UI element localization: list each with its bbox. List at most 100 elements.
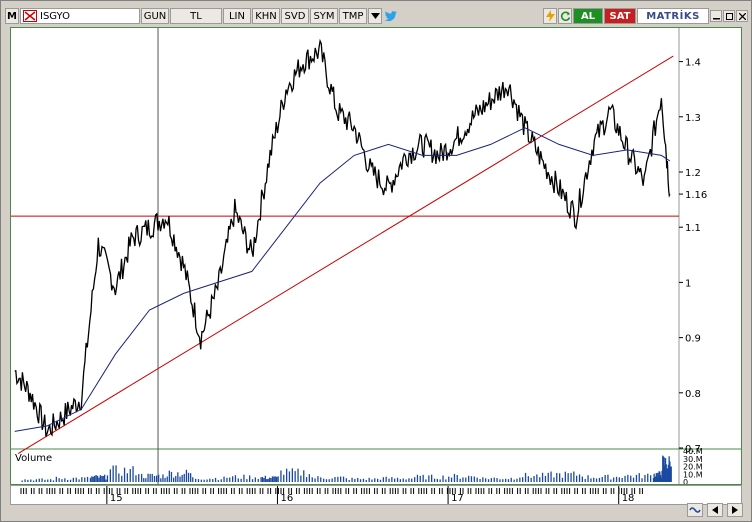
volume-bar <box>414 477 416 482</box>
volume-bar <box>89 477 92 482</box>
price-tick-label: 1.2 <box>685 168 701 179</box>
volume-bar <box>277 476 279 482</box>
volume-bar <box>621 478 623 482</box>
maximize-icon[interactable] <box>723 10 735 22</box>
volume-bar <box>573 471 575 482</box>
volume-bar <box>627 474 629 482</box>
bottom-toolbar <box>683 503 743 517</box>
price-chart[interactable]: 1.4 1.3 1.2 1.16 1.1 1 0.9 0.8 0.7 Volume 40.M 30.M… <box>10 27 742 485</box>
price-tick-label: 1.1 <box>685 223 701 234</box>
symbol-field[interactable]: ISGYO <box>20 8 140 24</box>
volume-bar <box>286 468 288 482</box>
period-button[interactable]: GUN <box>141 8 169 24</box>
volume-bar <box>541 472 544 482</box>
volume-bar <box>308 474 310 482</box>
volume-bar <box>102 476 104 482</box>
volume-bar <box>115 465 117 482</box>
volume-bar <box>297 468 299 482</box>
twitter-icon[interactable] <box>383 8 397 24</box>
volume-bar <box>496 478 498 482</box>
currency-button[interactable]: TL <box>170 8 222 24</box>
volume-bar <box>584 479 586 482</box>
volume-bar <box>527 476 529 482</box>
volume-bar <box>104 474 106 482</box>
price-tick-label: 1.16 <box>685 190 707 201</box>
volume-bar <box>647 473 649 482</box>
close-icon[interactable] <box>736 10 748 22</box>
volume-bar <box>101 475 103 482</box>
scroll-right-icon[interactable] <box>727 503 743 517</box>
khn-button[interactable]: KHN <box>252 8 280 24</box>
volume-bar <box>331 478 333 482</box>
volume-bar <box>513 479 515 482</box>
volume-bar <box>431 474 433 482</box>
volume-bar <box>86 476 89 482</box>
volume-bar <box>291 468 293 482</box>
refresh-icon[interactable] <box>558 8 572 24</box>
menu-button[interactable]: M <box>5 8 19 24</box>
volume-bar <box>377 478 379 482</box>
volume-bar <box>624 475 626 482</box>
dropdown-icon[interactable] <box>368 8 382 24</box>
price-tick-label: 0.8 <box>685 389 701 400</box>
volume-bar <box>234 475 237 482</box>
volume-bar <box>105 479 107 482</box>
volume-bar <box>141 473 143 482</box>
volume-bar <box>450 477 453 482</box>
volume-bar <box>147 473 149 482</box>
volume-bar <box>550 471 552 482</box>
volume-bar <box>78 479 80 482</box>
buy-button[interactable]: AL <box>573 8 603 24</box>
volume-bar <box>613 477 615 482</box>
volume-bar <box>533 476 535 482</box>
volume-bar <box>263 478 265 482</box>
volume-bar <box>138 474 140 482</box>
volume-bar <box>185 469 188 482</box>
volume-bar <box>641 478 643 482</box>
volume-bar <box>536 474 538 482</box>
volume-bar <box>635 474 638 482</box>
volume-bar <box>530 477 532 482</box>
minimize-icon[interactable] <box>710 10 722 22</box>
tmp-button[interactable]: TMP <box>339 8 367 24</box>
svd-button[interactable]: SVD <box>281 8 309 24</box>
sym-button[interactable]: SYM <box>310 8 338 24</box>
volume-bar <box>72 477 74 482</box>
sell-button[interactable]: SAT <box>604 8 636 24</box>
volume-bar <box>35 479 37 482</box>
volume-bar <box>348 480 350 482</box>
volume-bar <box>55 476 57 482</box>
volume-bar <box>539 477 541 482</box>
volume-bar <box>317 476 319 482</box>
volume-bar <box>94 475 96 482</box>
volume-bar <box>21 480 23 482</box>
volume-bar <box>340 476 342 482</box>
volume-bar <box>490 478 492 482</box>
volume-bar <box>465 477 467 482</box>
volume-bar <box>30 479 32 482</box>
volume-bar <box>382 477 384 482</box>
scroll-link-icon[interactable] <box>687 503 703 517</box>
volume-bar <box>442 475 444 482</box>
lin-button[interactable]: LIN <box>223 8 251 24</box>
volume-bar <box>499 479 501 482</box>
volume-bar <box>251 479 254 482</box>
lightning-icon[interactable] <box>543 8 557 24</box>
volume-bar <box>283 474 285 482</box>
volume-bar <box>453 473 456 482</box>
volume-bar <box>371 479 373 482</box>
volume-bar <box>419 475 421 482</box>
volume-bar <box>168 470 170 482</box>
year-label: 18 <box>622 493 635 504</box>
volume-bar <box>479 479 481 482</box>
scroll-left-icon[interactable] <box>707 503 723 517</box>
volume-bar <box>422 474 424 482</box>
volume-bar <box>135 475 137 482</box>
volume-bar <box>334 477 336 482</box>
price-tick-label: 1.4 <box>685 58 701 69</box>
volume-bar <box>52 480 55 482</box>
volume-bar <box>394 478 396 482</box>
volume-bar <box>67 479 69 482</box>
volume-label: Volume <box>15 453 52 464</box>
time-axis: 15 16 17 18 <box>10 485 742 505</box>
